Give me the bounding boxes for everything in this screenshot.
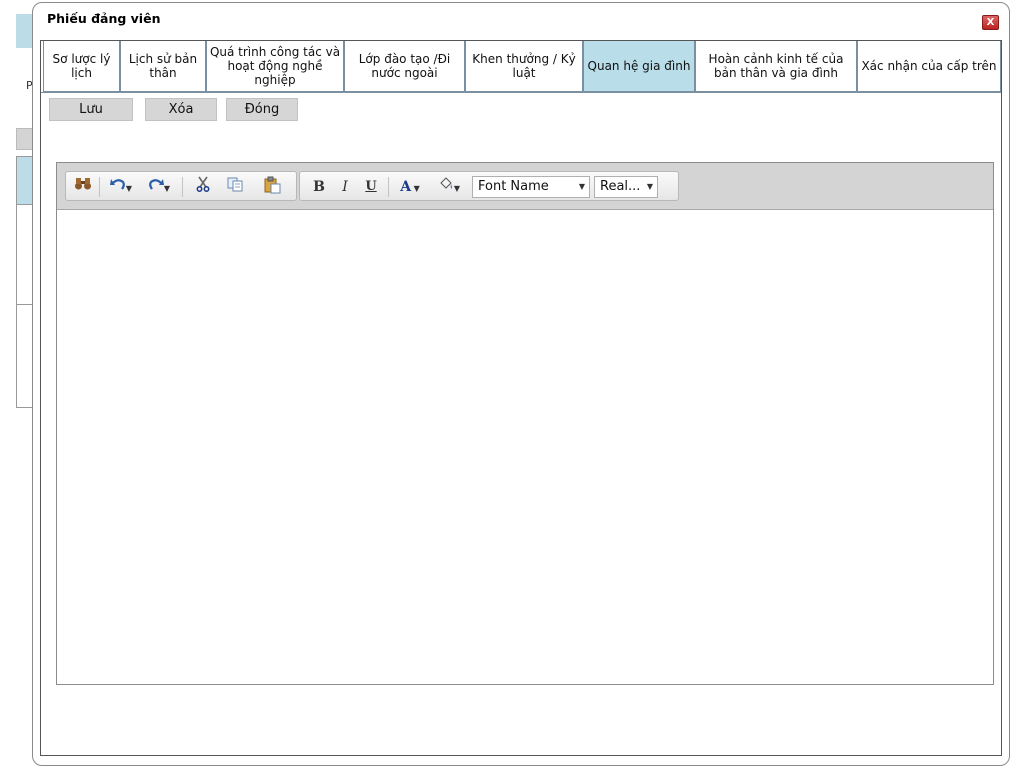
paste-icon[interactable] [254, 176, 290, 198]
copy-icon[interactable] [220, 176, 250, 198]
toolbar-separator [99, 177, 100, 197]
tab-economic-situation[interactable]: Hoàn cảnh kinh tế của bản thân và gia đì… [695, 41, 857, 92]
editor-content-area[interactable] [57, 211, 993, 684]
font-color-icon: A [400, 179, 412, 195]
font-color-button[interactable]: A ▼ [394, 176, 426, 198]
highlight-color-button[interactable]: ▼ [430, 176, 468, 198]
font-name-select[interactable]: Font Name ▼ [472, 176, 590, 198]
close-form-button[interactable]: Đóng [226, 98, 298, 121]
tab-divider [41, 92, 1001, 93]
tab-personal-history[interactable]: Lịch sử bản thân [120, 41, 206, 92]
font-name-value: Font Name [478, 179, 549, 194]
dialog-title: Phiếu đảng viên [47, 11, 161, 26]
undo-icon[interactable]: ▼ [104, 176, 138, 198]
delete-button[interactable]: Xóa [145, 98, 217, 121]
redo-icon[interactable]: ▼ [142, 176, 176, 198]
rich-text-editor: ▼ ▼ B I U A ▼ ▼ Font Name ▼ Real... ▼ [56, 162, 994, 685]
toolbar-separator [388, 177, 389, 197]
save-button[interactable]: Lưu [49, 98, 133, 121]
close-button[interactable]: X [982, 15, 999, 30]
tab-family-relations[interactable]: Quan hệ gia đình [583, 41, 695, 92]
scissors-icon[interactable] [188, 176, 218, 198]
dialog-body: Sơ lược lý lịch Lịch sử bản thân Quá trì… [40, 40, 1002, 756]
chevron-down-icon: ▼ [578, 182, 585, 191]
font-size-value: Real... [600, 179, 641, 194]
underline-button[interactable]: U [362, 176, 380, 198]
bold-button[interactable]: B [310, 176, 328, 198]
tab-rewards-discipline[interactable]: Khen thưởng / Kỷ luật [465, 41, 583, 92]
paint-bucket-icon [440, 177, 453, 189]
tab-work-history[interactable]: Quá trình công tác và hoạt động nghề ngh… [206, 41, 344, 92]
binoculars-icon[interactable] [71, 176, 95, 198]
tab-profile-summary[interactable]: Sơ lược lý lịch [43, 41, 120, 92]
chevron-down-icon: ▼ [646, 182, 653, 191]
tab-bar: Sơ lược lý lịch Lịch sử bản thân Quá trì… [41, 41, 1001, 93]
toolbar-separator [182, 177, 183, 197]
party-member-dialog: Phiếu đảng viên X Sơ lược lý lịch Lịch s… [32, 2, 1010, 766]
font-size-select[interactable]: Real... ▼ [594, 176, 658, 198]
tab-superior-confirmation[interactable]: Xác nhận của cấp trên [857, 41, 1001, 92]
editor-toolbar: ▼ ▼ B I U A ▼ ▼ Font Name ▼ Real... ▼ [57, 163, 993, 210]
italic-button[interactable]: I [336, 176, 354, 198]
toolbar-group-format: B I U A ▼ ▼ Font Name ▼ Real... ▼ [299, 171, 679, 201]
toolbar-group-edit: ▼ ▼ [65, 171, 297, 201]
tab-training-abroad[interactable]: Lớp đào tạo /Đi nước ngoài [344, 41, 465, 92]
